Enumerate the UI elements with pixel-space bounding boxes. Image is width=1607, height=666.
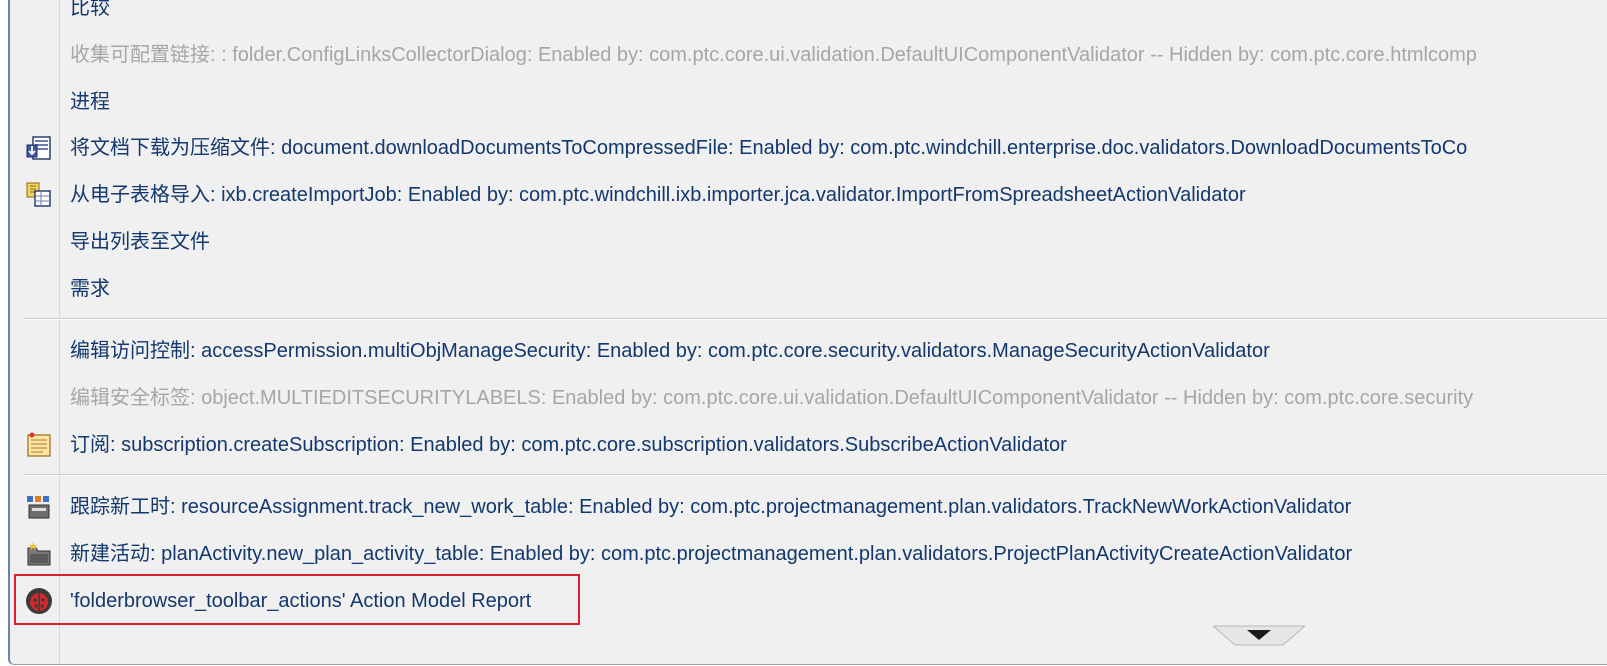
menu-item-collect-config-links: 收集可配置链接: : folder.ConfigLinksCollectorDi…	[10, 33, 1607, 77]
menu-item-edit-access-control[interactable]: 编辑访问控制: accessPermission.multiObjManageS…	[10, 329, 1607, 373]
menu-item-label: 比较	[70, 0, 110, 19]
menu-item-new-activity[interactable]: 新建活动: planActivity.new_plan_activity_tab…	[10, 532, 1607, 576]
menu-item-compare[interactable]: 比较	[10, 0, 1607, 30]
menu-item-edit-security-labels: 编辑安全标签: object.MULTIEDITSECURITYLABELS: …	[10, 376, 1607, 420]
menu-item-import-spreadsheet[interactable]: 从电子表格导入: ixb.createImportJob: Enabled by…	[10, 173, 1607, 217]
menu-item-download-compressed[interactable]: 将文档下载为压缩文件: document.downloadDocumentsTo…	[10, 126, 1607, 170]
menu-item-label: 从电子表格导入: ixb.createImportJob: Enabled by…	[70, 184, 1246, 206]
menu-item-label: 跟踪新工时: resourceAssignment.track_new_work…	[70, 496, 1352, 518]
scroll-down-arrow[interactable]	[1211, 625, 1307, 647]
menu-item-label: 编辑访问控制: accessPermission.multiObjManageS…	[70, 340, 1270, 362]
menu-item-label: 进程	[70, 91, 110, 113]
menu-item-label: 导出列表至文件	[70, 231, 210, 253]
selection-highlight-box	[14, 574, 580, 625]
menu-item-label: 需求	[70, 278, 110, 300]
menu-item-label: 收集可配置链接: : folder.ConfigLinksCollectorDi…	[70, 44, 1477, 66]
menu-separator	[24, 474, 1607, 476]
menu-item-subscribe[interactable]: 订阅: subscription.createSubscription: Ena…	[10, 423, 1607, 467]
menu-item-requirements[interactable]: 需求	[10, 267, 1607, 311]
menu-item-export-list[interactable]: 导出列表至文件	[10, 220, 1607, 264]
menu-item-track-new-work[interactable]: 跟踪新工时: resourceAssignment.track_new_work…	[10, 485, 1607, 529]
menu-item-label: 编辑安全标签: object.MULTIEDITSECURITYLABELS: …	[70, 387, 1474, 409]
download-compressed-icon	[24, 133, 54, 163]
menu-item-process[interactable]: 进程	[10, 80, 1607, 124]
menu-item-label: 订阅: subscription.createSubscription: Ena…	[70, 434, 1067, 456]
menu-item-label: 新建活动: planActivity.new_plan_activity_tab…	[70, 543, 1353, 565]
action-menu: 比较 收集可配置链接: : folder.ConfigLinksCollecto…	[8, 0, 1607, 665]
menu-separator	[24, 318, 1607, 320]
import-spreadsheet-icon	[24, 180, 54, 210]
subscription-icon	[24, 430, 54, 460]
menu-item-label: 将文档下载为压缩文件: document.downloadDocumentsTo…	[70, 137, 1468, 159]
track-work-icon	[24, 492, 54, 522]
new-activity-icon	[24, 539, 54, 569]
